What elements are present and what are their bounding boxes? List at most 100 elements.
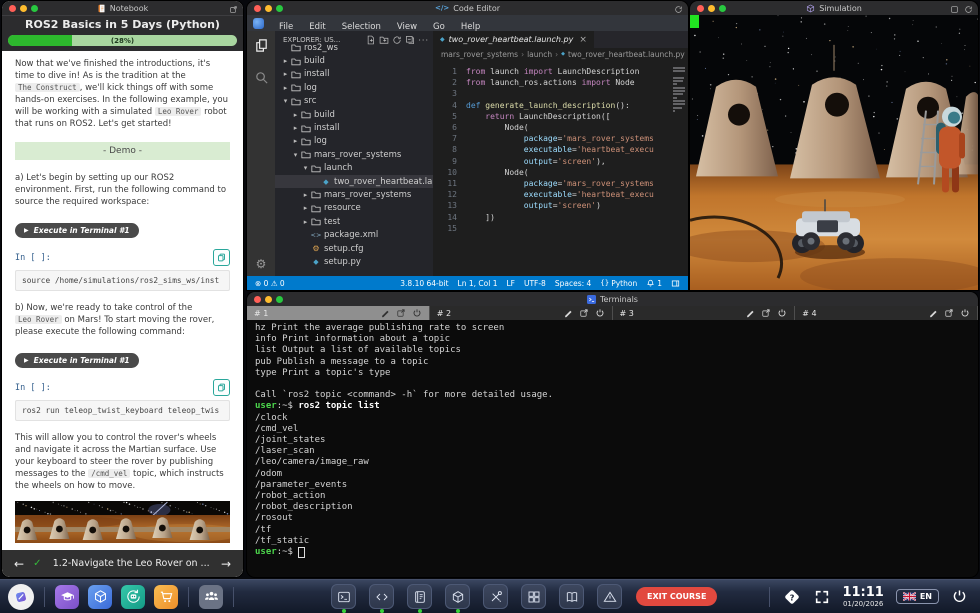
tree-item-log[interactable]: ▸log [275, 81, 433, 94]
exit-course-button[interactable]: EXIT COURSE [636, 587, 717, 606]
tree-item-build[interactable]: ▸build [275, 54, 433, 67]
refresh-explorer-icon[interactable] [392, 35, 402, 45]
copy-button[interactable] [213, 249, 230, 266]
notebook-body[interactable]: Now that we've finished the introduction… [2, 51, 243, 550]
language-selector[interactable]: EN [896, 589, 939, 604]
store-app-icon[interactable] [154, 585, 178, 609]
terminal-tab-3[interactable]: # 3 [613, 306, 796, 320]
layout-app-icon[interactable] [521, 584, 546, 609]
window-controls[interactable] [2, 5, 38, 12]
explorer-icon[interactable] [254, 38, 269, 57]
status-python[interactable]: {}Python [600, 279, 637, 288]
help-icon[interactable]: ? [782, 587, 802, 607]
terminal-app-icon[interactable] [331, 584, 356, 609]
open-external-icon[interactable] [761, 308, 771, 318]
refresh-icon[interactable] [674, 1, 683, 18]
fullscreen-icon[interactable] [814, 589, 830, 605]
restart-terminal-icon[interactable] [960, 308, 970, 318]
window-controls[interactable] [247, 296, 283, 303]
new-file-icon[interactable] [366, 35, 376, 45]
menu-view[interactable]: View [389, 22, 425, 32]
tree-item-package.xml[interactable]: <>package.xml [275, 228, 433, 241]
tree-item-log[interactable]: ▸log [275, 135, 433, 148]
problems-indicator[interactable]: ⊗ 0 ⚠ 0 [255, 279, 285, 288]
execute-terminal-button-2[interactable]: ▶ Execute in Terminal #1 [15, 353, 139, 368]
minimize-button[interactable] [265, 296, 272, 303]
terminal-tab-1[interactable]: # 1 [247, 306, 430, 320]
minimize-button[interactable] [265, 5, 272, 12]
code-app-icon[interactable] [369, 584, 394, 609]
simulations-app-icon[interactable] [88, 585, 112, 609]
rename-terminal-icon[interactable] [745, 308, 755, 318]
tree-item-test[interactable]: ▸test [275, 215, 433, 228]
status-ln-1-col-1[interactable]: Ln 1, Col 1 [458, 279, 498, 288]
tree-item-setup.py[interactable]: ◆setup.py [275, 255, 433, 268]
status-layout[interactable] [671, 279, 680, 288]
power-icon[interactable] [951, 588, 968, 605]
status-utf-8[interactable]: UTF-8 [524, 279, 546, 288]
alert-app-icon[interactable] [597, 584, 622, 609]
search-icon[interactable] [254, 70, 269, 89]
menu-go[interactable]: Go [425, 22, 453, 32]
window-controls[interactable] [247, 5, 283, 12]
next-lesson-button[interactable]: → [221, 557, 231, 571]
copy-button[interactable] [213, 379, 230, 396]
gear-icon[interactable]: ⚙ [256, 257, 267, 271]
breadcrumb[interactable]: mars_rover_systems›launch›◆two_rover_hea… [433, 48, 688, 60]
simulation-app-icon[interactable] [445, 584, 470, 609]
tree-item-src[interactable]: ▾src [275, 95, 433, 108]
menu-edit[interactable]: Edit [301, 22, 333, 32]
rename-terminal-icon[interactable] [380, 308, 390, 318]
vscode-logo-icon[interactable] [253, 18, 264, 29]
restart-terminal-icon[interactable] [595, 308, 605, 318]
status-3-8-10-64-bit[interactable]: 3.8.10 64-bit [400, 279, 448, 288]
editor-tab[interactable]: ◆ two_rover_heartbeat.launch.py × [433, 31, 594, 48]
terminal-tab-2[interactable]: # 2 [430, 306, 613, 320]
rename-terminal-icon[interactable] [563, 308, 573, 318]
tree-item-setup.cfg[interactable]: ⚙setup.cfg [275, 242, 433, 255]
community-app-icon[interactable] [199, 585, 223, 609]
code-editor-content[interactable]: 123456789101112131415 from launch import… [433, 60, 688, 276]
maximize-button[interactable] [31, 5, 38, 12]
status-1[interactable]: 1 [646, 279, 662, 288]
rename-terminal-icon[interactable] [928, 308, 938, 318]
window-controls[interactable] [690, 5, 726, 12]
open-external-icon[interactable] [579, 308, 589, 318]
notebook-app-icon[interactable] [407, 584, 432, 609]
tab-close-icon[interactable]: × [579, 35, 587, 45]
expand-icon[interactable] [229, 1, 238, 18]
mars-simulation-viewport[interactable] [690, 15, 978, 290]
breadcrumb-item[interactable]: launch [527, 50, 552, 59]
close-button[interactable] [254, 5, 261, 12]
menu-file[interactable]: File [271, 22, 301, 32]
tree-item-install[interactable]: ▸install [275, 68, 433, 81]
minimize-button[interactable] [20, 5, 27, 12]
breadcrumb-item[interactable]: two_rover_heartbeat.launch.py [568, 50, 685, 59]
menu-help[interactable]: Help [453, 22, 488, 32]
close-button[interactable] [9, 5, 16, 12]
open-external-icon[interactable] [944, 308, 954, 318]
maximize-button[interactable] [719, 5, 726, 12]
tree-item-launch[interactable]: ▾launch [275, 162, 433, 175]
close-button[interactable] [697, 5, 704, 12]
tools-app-icon[interactable] [483, 584, 508, 609]
tree-item-build[interactable]: ▸build [275, 108, 433, 121]
maximize-button[interactable] [276, 5, 283, 12]
more-actions-icon[interactable]: ··· [418, 36, 429, 45]
docs-app-icon[interactable] [559, 584, 584, 609]
tree-item-resource[interactable]: ▸resource [275, 202, 433, 215]
menu-selection[interactable]: Selection [334, 22, 389, 32]
breadcrumb-item[interactable]: mars_rover_systems [441, 50, 518, 59]
rosjects-app-icon[interactable] [121, 585, 145, 609]
restart-terminal-icon[interactable] [412, 308, 422, 318]
tree-item-two_rover_heartbeat.lau...[interactable]: ◆two_rover_heartbeat.lau... [275, 175, 433, 188]
collapse-folders-icon[interactable] [405, 35, 415, 45]
close-button[interactable] [254, 296, 261, 303]
construct-logo-icon[interactable] [8, 584, 34, 610]
code-cell-source[interactable]: source /home/simulations/ros2_sims_ws/in… [15, 270, 230, 291]
open-external-icon[interactable] [396, 308, 406, 318]
tree-item-install[interactable]: ▸install [275, 121, 433, 134]
new-folder-icon[interactable] [379, 35, 389, 45]
restart-terminal-icon[interactable] [777, 308, 787, 318]
minimize-button[interactable] [708, 5, 715, 12]
